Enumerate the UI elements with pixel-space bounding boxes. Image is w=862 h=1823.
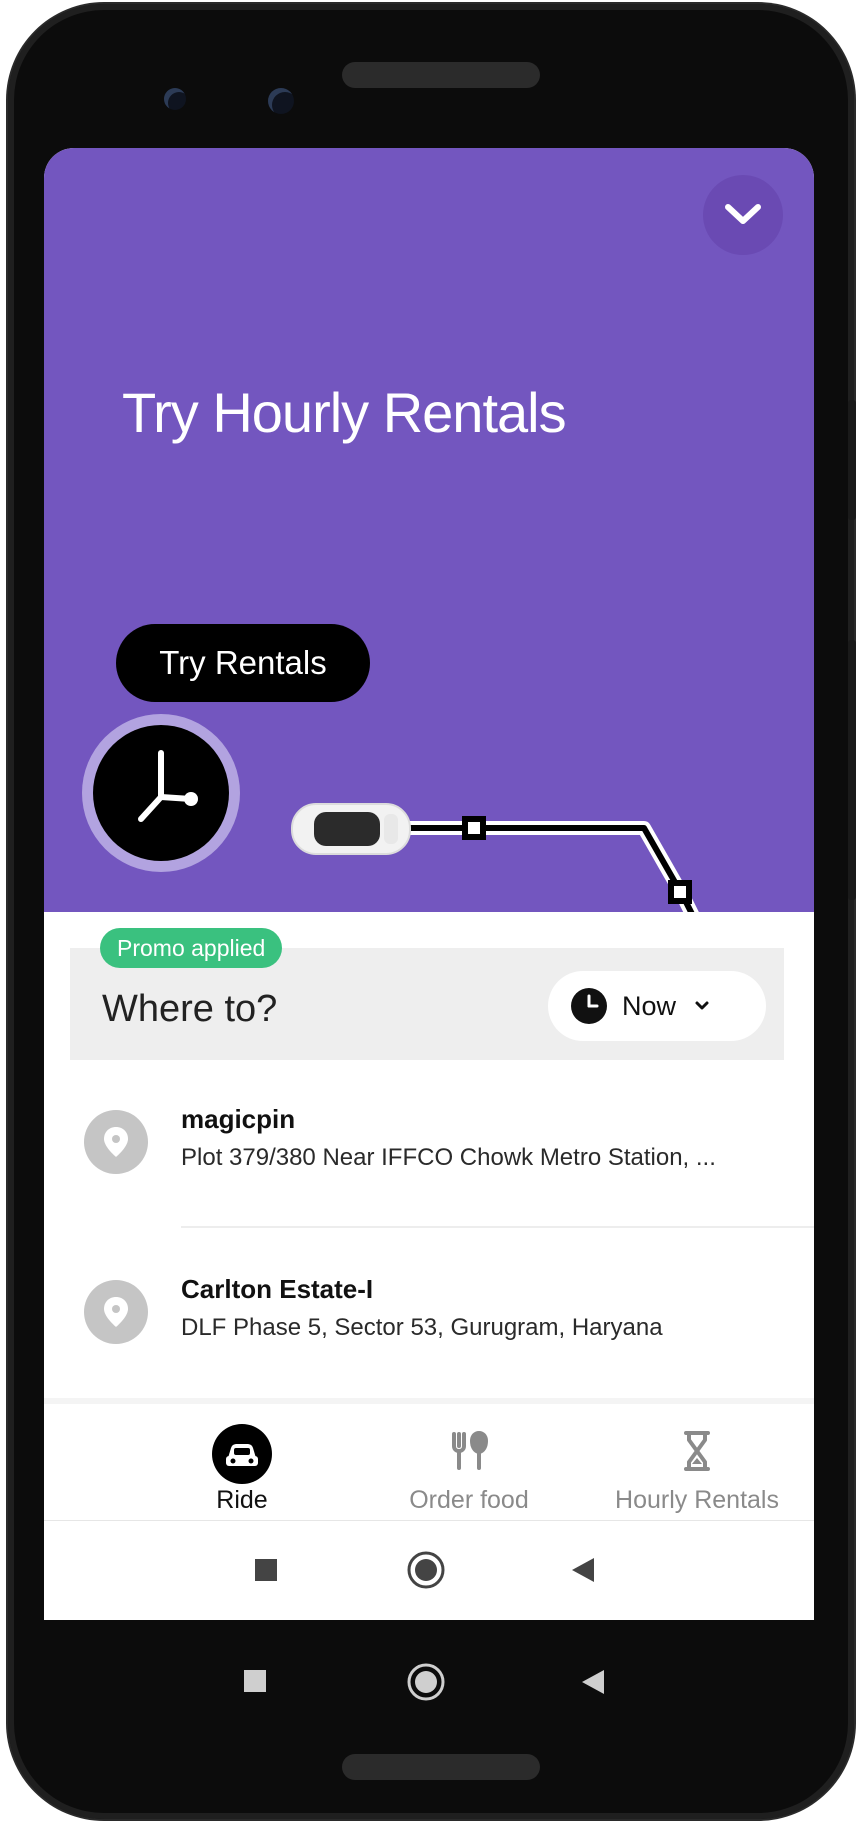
tab-hourly-rentals[interactable]: Hourly Rentals: [582, 1404, 812, 1518]
app-screen: Try Hourly Rentals Try Rentals Promo app…: [44, 148, 814, 1620]
home-button[interactable]: [406, 1662, 446, 1702]
tab-order-food[interactable]: Order food: [354, 1404, 584, 1518]
recents-button[interactable]: [242, 1668, 268, 1694]
android-nav-bar: [44, 1520, 814, 1620]
location-pin-icon: [84, 1110, 148, 1174]
back-button[interactable]: [580, 1668, 606, 1696]
promo-hero-banner[interactable]: Try Hourly Rentals Try Rentals: [44, 148, 814, 912]
earpiece-speaker: [342, 62, 540, 88]
chevron-down-icon: [725, 204, 761, 224]
home-button[interactable]: [406, 1550, 446, 1590]
where-to-input[interactable]: Where to?: [102, 988, 277, 1031]
power-button: [848, 400, 856, 520]
route-illustration: [291, 803, 699, 912]
car-icon: [212, 1424, 272, 1484]
place-address: Plot 379/380 Near IFFCO Chowk Metro Stat…: [181, 1144, 716, 1171]
list-divider: [181, 1226, 814, 1228]
place-name: magicpin: [181, 1104, 296, 1134]
tab-hourly-rentals-label: Hourly Rentals: [615, 1486, 779, 1514]
schedule-time-selector[interactable]: Now: [548, 971, 766, 1041]
bottom-speaker: [342, 1754, 540, 1780]
hourglass-icon: [684, 1431, 710, 1471]
car-illustration: [291, 803, 411, 855]
bottom-tab-bar: Ride Order food Hourly Rentals: [44, 1404, 814, 1518]
promo-applied-badge: Promo applied: [100, 928, 283, 968]
fork-knife-icon: [452, 1430, 489, 1470]
recents-button[interactable]: [253, 1557, 279, 1583]
hero-title: Try Hourly Rentals: [122, 381, 567, 444]
place-address: DLF Phase 5, Sector 53, Gurugram, Haryan…: [181, 1314, 663, 1341]
clock-icon: [571, 988, 607, 1024]
back-button[interactable]: [570, 1556, 596, 1584]
front-sensor: [164, 88, 186, 110]
hardware-nav-buttons: [44, 1624, 814, 1724]
location-pin-icon: [84, 1280, 148, 1344]
chevron-down-icon: [695, 1001, 709, 1010]
front-camera: [268, 88, 294, 114]
try-rentals-button[interactable]: Try Rentals: [116, 624, 370, 702]
tab-ride[interactable]: Ride: [127, 1404, 357, 1518]
time-selector-label: Now: [622, 990, 677, 1021]
volume-button: [848, 640, 856, 900]
place-name: Carlton Estate-I: [181, 1274, 374, 1304]
tab-ride-label: Ride: [216, 1486, 268, 1514]
tab-order-food-label: Order food: [409, 1486, 529, 1514]
recent-place-item[interactable]: magicpin Plot 379/380 Near IFFCO Chowk M…: [44, 1104, 814, 1240]
collapse-button[interactable]: [703, 175, 783, 255]
recent-place-item[interactable]: Carlton Estate-I DLF Phase 5, Sector 53,…: [44, 1274, 814, 1410]
